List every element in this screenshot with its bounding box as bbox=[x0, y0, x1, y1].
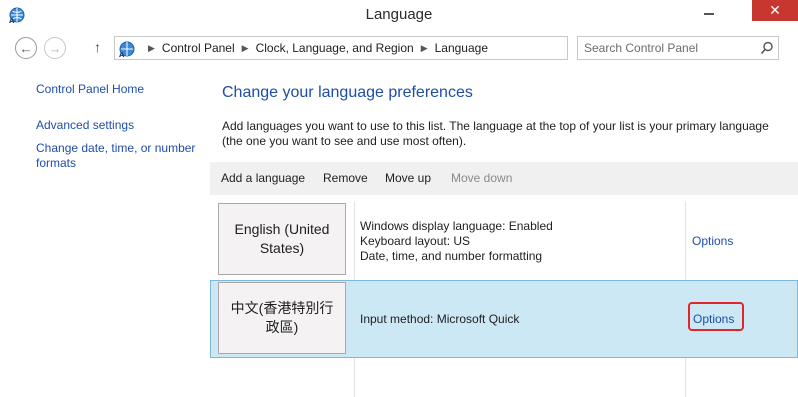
language-tile[interactable]: English (United States) bbox=[218, 203, 346, 275]
forward-arrow-icon: → bbox=[48, 40, 62, 56]
up-button[interactable]: ↑ bbox=[94, 39, 101, 55]
search-icon[interactable] bbox=[760, 41, 774, 55]
breadcrumb-language[interactable]: Language bbox=[435, 41, 488, 55]
language-row-chinese-hk[interactable]: 中文(香港特別行政區) Input method: Microsoft Quic… bbox=[210, 280, 798, 358]
detail-keyboard-layout: Keyboard layout: US bbox=[360, 234, 471, 248]
chevron-right-icon[interactable]: ▶ bbox=[421, 43, 428, 54]
detail-input-method: Input method: Microsoft Quick bbox=[360, 312, 520, 326]
language-toolbar: Add a language Remove Move up Move down bbox=[210, 162, 798, 195]
breadcrumb: ▶ Control Panel ▶ Clock, Language, and R… bbox=[141, 41, 488, 55]
advanced-settings-link[interactable]: Advanced settings bbox=[36, 118, 208, 133]
language-details: Windows display language: Enabled Keyboa… bbox=[360, 219, 553, 264]
language-list: English (United States) Windows display … bbox=[210, 201, 798, 397]
language-tile[interactable]: 中文(香港特別行政區) bbox=[218, 282, 346, 354]
close-button[interactable]: ✕ bbox=[752, 0, 798, 21]
window-title: Language bbox=[365, 6, 433, 23]
navigation-bar: ← → ↑ A ▶ Control Panel ▶ Clock, Languag… bbox=[0, 30, 798, 66]
back-button[interactable]: ← bbox=[15, 37, 37, 59]
main-content: Change your language preferences Add lan… bbox=[210, 66, 798, 397]
svg-text:A: A bbox=[119, 51, 125, 58]
annotation-highlight-box bbox=[688, 302, 744, 331]
add-language-button[interactable]: Add a language bbox=[221, 171, 305, 185]
up-arrow-icon: ↑ bbox=[94, 39, 101, 55]
task-pane: Control Panel Home Advanced settings Cha… bbox=[0, 66, 210, 397]
options-link-english[interactable]: Options bbox=[692, 234, 733, 248]
control-panel-icon: A bbox=[119, 41, 135, 58]
control-panel-home-link[interactable]: Control Panel Home bbox=[36, 82, 208, 97]
search-input[interactable] bbox=[584, 41, 754, 55]
forward-button[interactable]: → bbox=[44, 37, 66, 59]
chevron-right-icon[interactable]: ▶ bbox=[148, 43, 155, 54]
move-down-button[interactable]: Move down bbox=[451, 171, 512, 185]
language-details: Input method: Microsoft Quick bbox=[360, 312, 519, 327]
back-arrow-icon: ← bbox=[19, 40, 33, 56]
detail-display-language: Windows display language: Enabled bbox=[360, 219, 553, 233]
title-bar: A Language ✕ bbox=[0, 0, 798, 30]
remove-button[interactable]: Remove bbox=[323, 171, 368, 185]
address-bar[interactable]: A ▶ Control Panel ▶ Clock, Language, and… bbox=[114, 36, 673, 60]
chevron-right-icon[interactable]: ▶ bbox=[242, 43, 249, 54]
breadcrumb-clock-language-region[interactable]: Clock, Language, and Region bbox=[256, 41, 414, 55]
move-up-button[interactable]: Move up bbox=[385, 171, 431, 185]
change-date-time-formats-link[interactable]: Change date, time, or number formats bbox=[36, 141, 206, 171]
minimize-button[interactable] bbox=[696, 0, 722, 22]
breadcrumb-control-panel[interactable]: Control Panel bbox=[162, 41, 235, 55]
search-box[interactable] bbox=[577, 36, 779, 60]
page-title: Change your language preferences bbox=[222, 84, 473, 101]
page-description: Add languages you want to use to this li… bbox=[222, 119, 769, 148]
detail-formatting: Date, time, and number formatting bbox=[360, 249, 543, 263]
language-row-english[interactable]: English (United States) Windows display … bbox=[210, 201, 798, 279]
